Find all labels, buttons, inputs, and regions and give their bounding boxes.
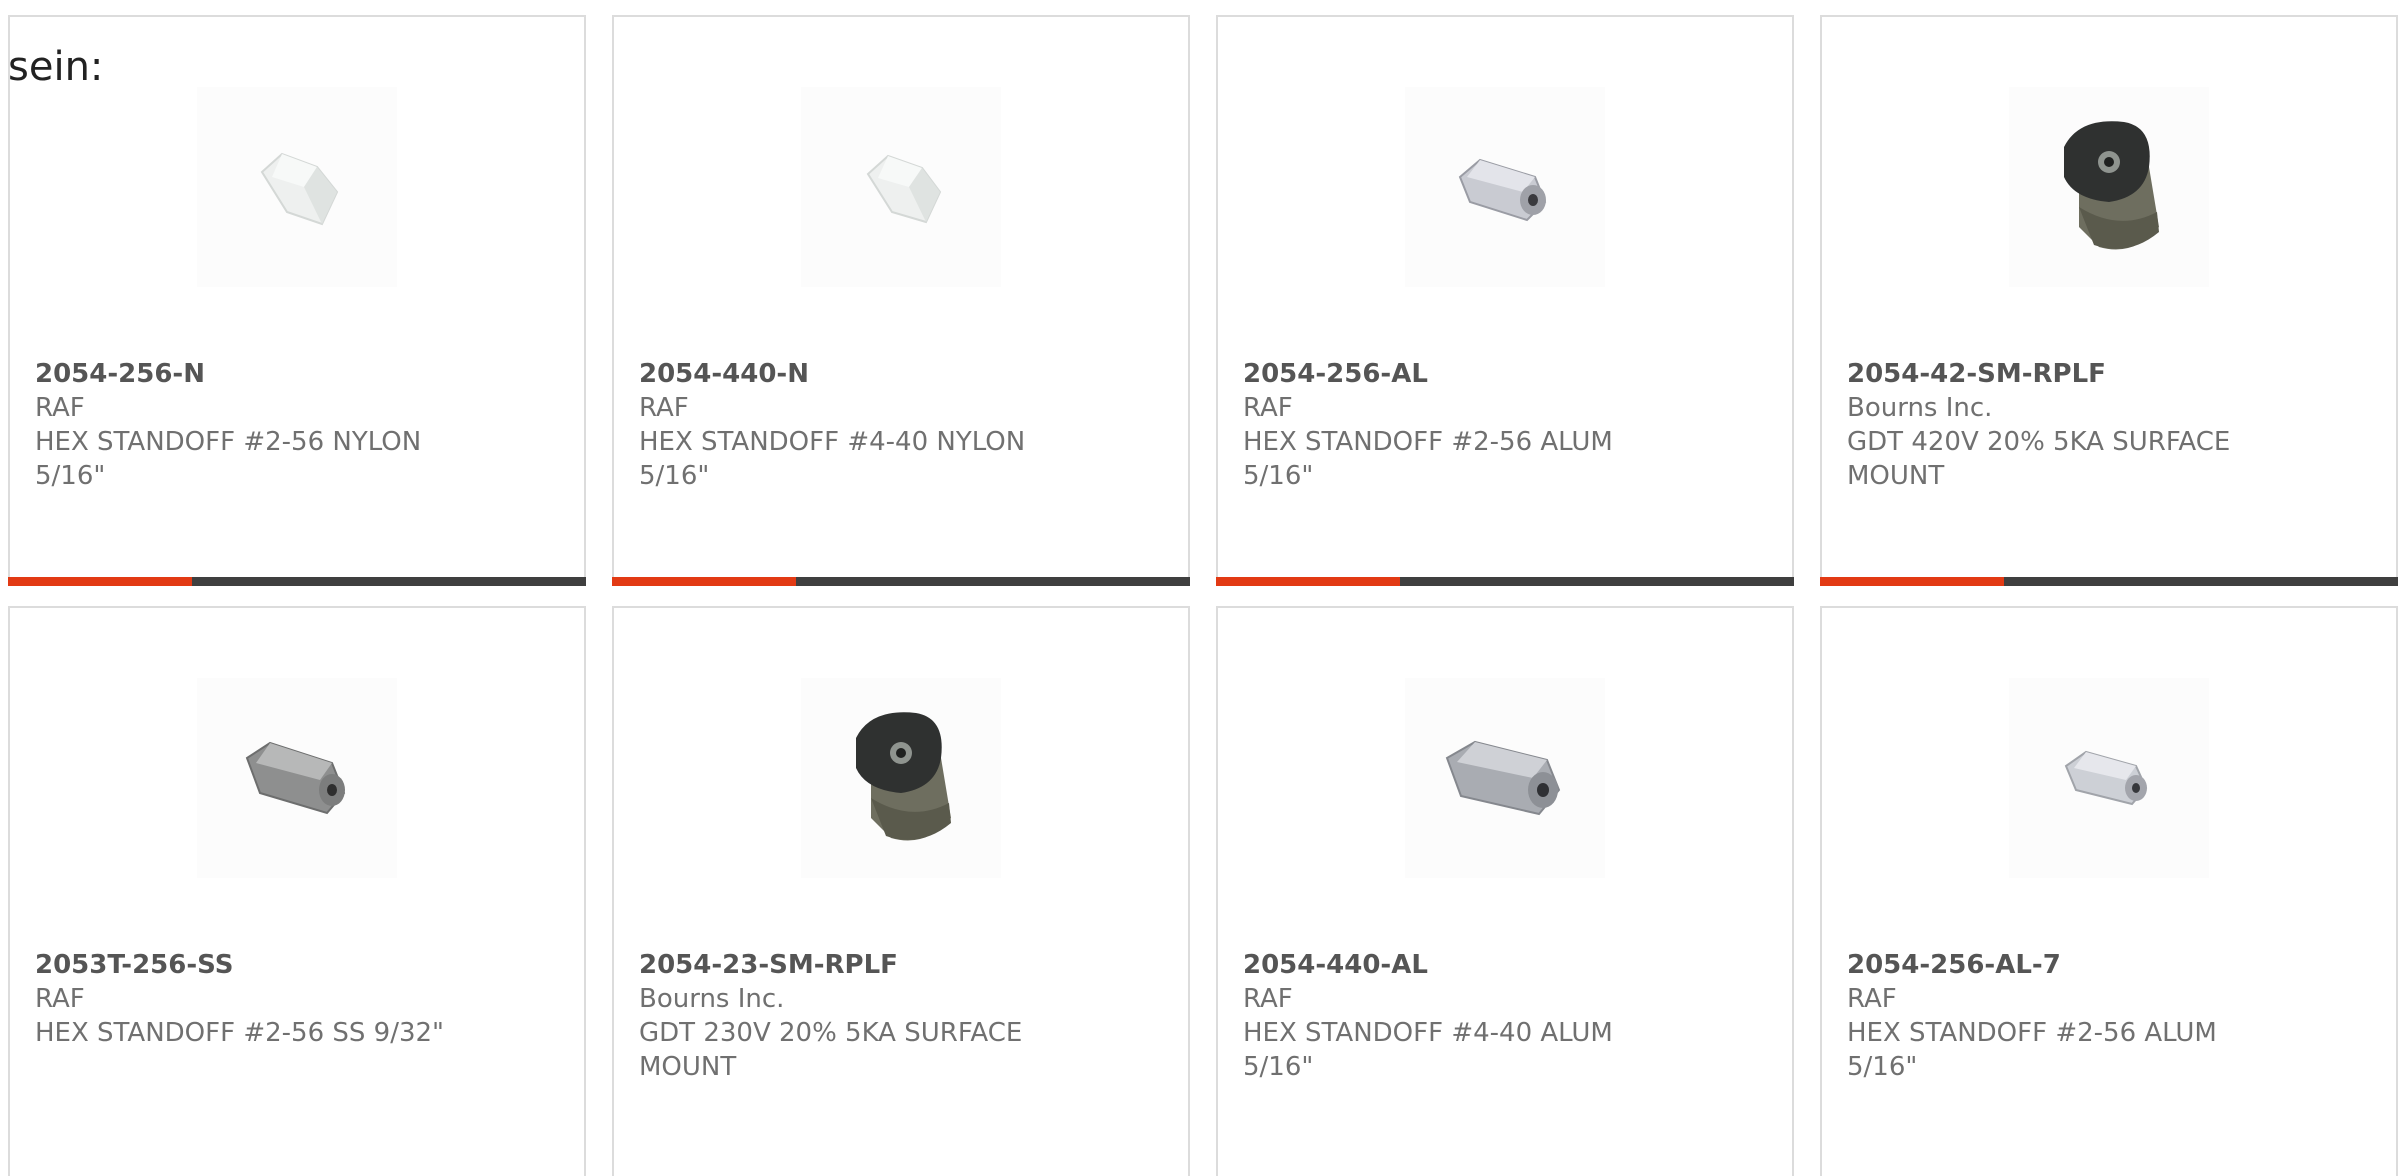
manufacturer: RAF [639,393,689,423]
product-card[interactable]: 2054-256-N RAF HEX STANDOFF #2-56 NYLON … [8,15,586,586]
gas-discharge-tube-icon[interactable] [2009,87,2209,287]
card-progress-bar [1820,577,2398,586]
product-card[interactable]: 2054-23-SM-RPLF Bourns Inc. GDT 230V 20%… [612,606,1190,1176]
description: HEX STANDOFF #2-56 ALUM 5/16" [1847,1018,2217,1082]
card-progress-bar [8,577,586,586]
aluminum-standoff-icon[interactable] [1405,87,1605,287]
manufacturer: RAF [35,393,85,423]
part-number[interactable]: 2054-256-AL-7 [1847,948,2267,982]
product-card[interactable]: 2053T-256-SS RAF HEX STANDOFF #2-56 SS 9… [8,606,586,1176]
manufacturer: RAF [1243,984,1293,1014]
card-progress-bar [612,577,1190,586]
manufacturer: RAF [35,984,85,1014]
description: HEX STANDOFF #2-56 NYLON 5/16" [35,427,422,491]
part-number[interactable]: 2054-440-AL [1243,948,1663,982]
manufacturer: Bourns Inc. [639,984,785,1014]
part-number[interactable]: 2054-42-SM-RPLF [1847,357,2267,391]
card-progress-bar [1216,577,1794,586]
description: HEX STANDOFF #4-40 NYLON 5/16" [639,427,1026,491]
part-number[interactable]: 2054-440-N [639,357,1059,391]
steel-standoff-icon[interactable] [197,678,397,878]
description: HEX STANDOFF #2-56 SS 9/32" [35,1018,444,1048]
manufacturer: Bourns Inc. [1847,393,1993,423]
nylon-standoff-icon[interactable] [801,87,1001,287]
product-card[interactable]: 2054-256-AL RAF HEX STANDOFF #2-56 ALUM … [1216,15,1794,586]
gas-discharge-tube-icon[interactable] [801,678,1001,878]
product-card[interactable]: 2054-440-AL RAF HEX STANDOFF #4-40 ALUM … [1216,606,1794,1176]
nylon-standoff-icon[interactable] [197,87,397,287]
part-number[interactable]: 2054-23-SM-RPLF [639,948,1059,982]
manufacturer: RAF [1847,984,1897,1014]
aluminum-standoff-icon[interactable] [1405,678,1605,878]
product-card[interactable]: 2054-440-N RAF HEX STANDOFF #4-40 NYLON … [612,15,1190,586]
description: GDT 420V 20% 5KA SURFACE MOUNT [1847,427,2231,491]
intro-text: sein: [8,44,104,90]
aluminum-standoff-icon[interactable] [2009,678,2209,878]
part-number[interactable]: 2053T-256-SS [35,948,455,982]
part-number[interactable]: 2054-256-AL [1243,357,1663,391]
part-number[interactable]: 2054-256-N [35,357,455,391]
product-card[interactable]: 2054-42-SM-RPLF Bourns Inc. GDT 420V 20%… [1820,15,2398,586]
manufacturer: RAF [1243,393,1293,423]
description: HEX STANDOFF #2-56 ALUM 5/16" [1243,427,1613,491]
product-card[interactable]: 2054-256-AL-7 RAF HEX STANDOFF #2-56 ALU… [1820,606,2398,1176]
description: HEX STANDOFF #4-40 ALUM 5/16" [1243,1018,1613,1082]
description: GDT 230V 20% 5KA SURFACE MOUNT [639,1018,1023,1082]
